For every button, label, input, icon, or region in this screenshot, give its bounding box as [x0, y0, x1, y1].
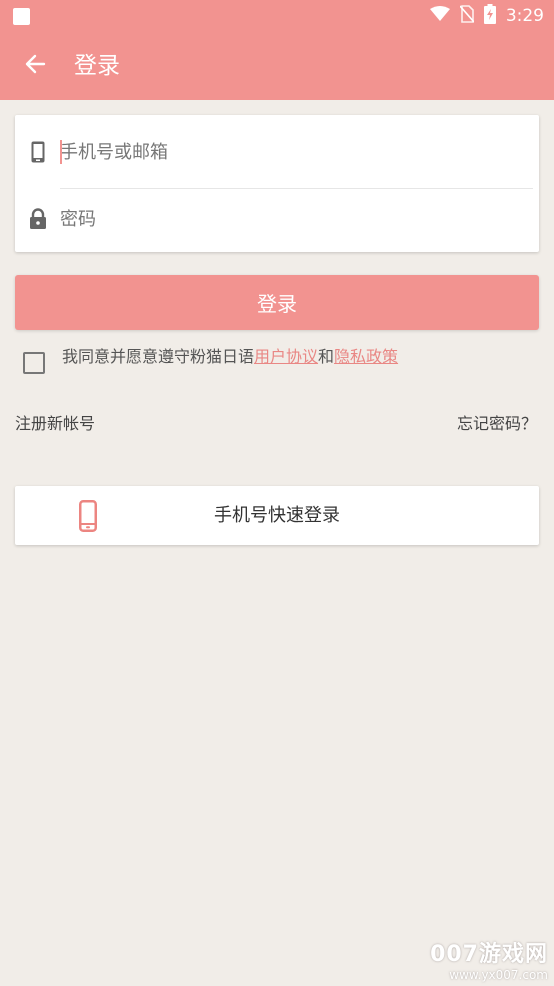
user-agreement-link[interactable]: 用户协议 — [254, 347, 318, 366]
app-bar: 登录 — [0, 32, 554, 100]
back-button[interactable] — [18, 49, 52, 83]
lock-icon — [27, 207, 49, 231]
text-cursor — [60, 140, 62, 164]
register-link[interactable]: 注册新帐号 — [15, 410, 95, 434]
back-arrow-icon — [24, 53, 46, 79]
page-title: 登录 — [74, 53, 120, 79]
agreement-row: 我同意并愿意遵守粉猫日语用户协议和隐私政策 — [23, 345, 543, 381]
account-field-row — [15, 118, 539, 189]
wifi-icon — [429, 5, 450, 27]
status-bar: 3:29 — [0, 0, 554, 32]
clock-text: 3:29 — [505, 6, 544, 26]
watermark: 007游戏网 www.yx007.com — [430, 936, 548, 982]
account-input[interactable] — [60, 134, 530, 170]
agreement-and: 和 — [318, 347, 335, 366]
password-field-row — [15, 185, 539, 253]
watermark-url: www.yx007.com — [449, 968, 548, 982]
quick-login-label: 手机号快速登录 — [214, 505, 340, 526]
battery-charging-icon — [483, 3, 496, 29]
privacy-policy-link[interactable]: 隐私政策 — [334, 347, 398, 366]
forgot-password-link[interactable]: 忘记密码？ — [457, 410, 537, 434]
login-form-card — [15, 115, 539, 252]
status-icons: 3:29 — [429, 0, 544, 32]
app-square-icon — [13, 8, 30, 25]
agreement-text: 我同意并愿意遵守粉猫日语用户协议和隐私政策 — [62, 345, 398, 369]
password-input[interactable] — [60, 201, 530, 237]
login-button[interactable]: 登录 — [15, 275, 539, 330]
no-sim-icon — [459, 4, 475, 28]
agreement-prefix: 我同意并愿意遵守粉猫日语 — [62, 347, 255, 366]
quick-phone-login-button[interactable]: 手机号快速登录 — [15, 486, 539, 545]
agreement-checkbox[interactable] — [23, 352, 45, 374]
watermark-logo: 007游戏网 — [430, 942, 548, 967]
phone-icon — [27, 140, 49, 164]
